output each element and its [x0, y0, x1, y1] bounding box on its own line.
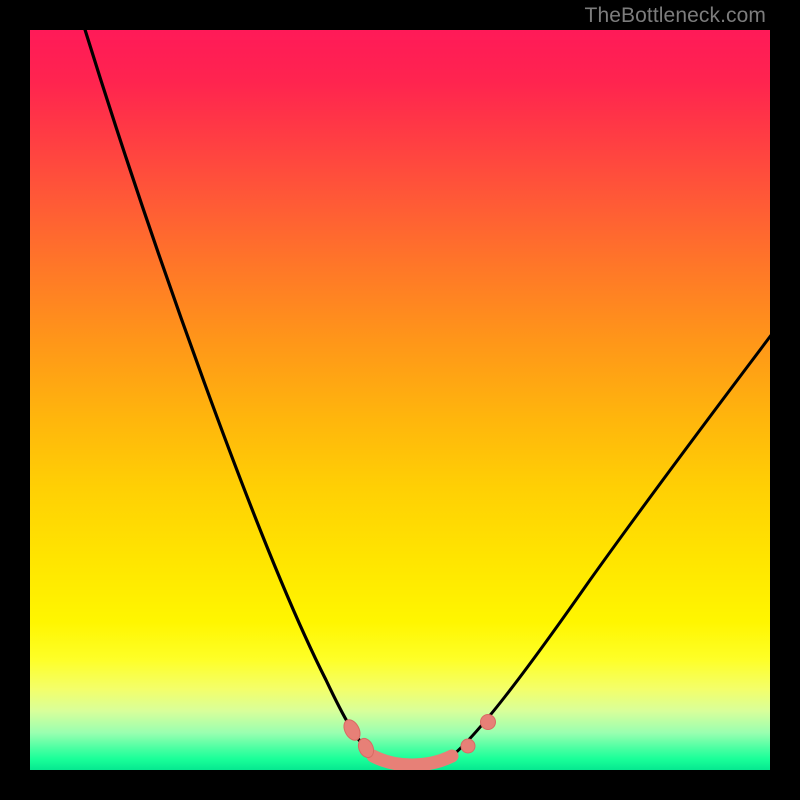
curve-layer	[30, 30, 770, 770]
plot-area	[30, 30, 770, 770]
chart-frame: TheBottleneck.com	[0, 0, 800, 800]
watermark-text: TheBottleneck.com	[585, 4, 766, 28]
optimal-plateau	[373, 756, 452, 765]
marker-dot	[481, 715, 496, 730]
bottleneck-curve-right	[452, 330, 770, 756]
marker-dot	[461, 739, 475, 753]
bottleneck-curve-left	[82, 30, 373, 756]
